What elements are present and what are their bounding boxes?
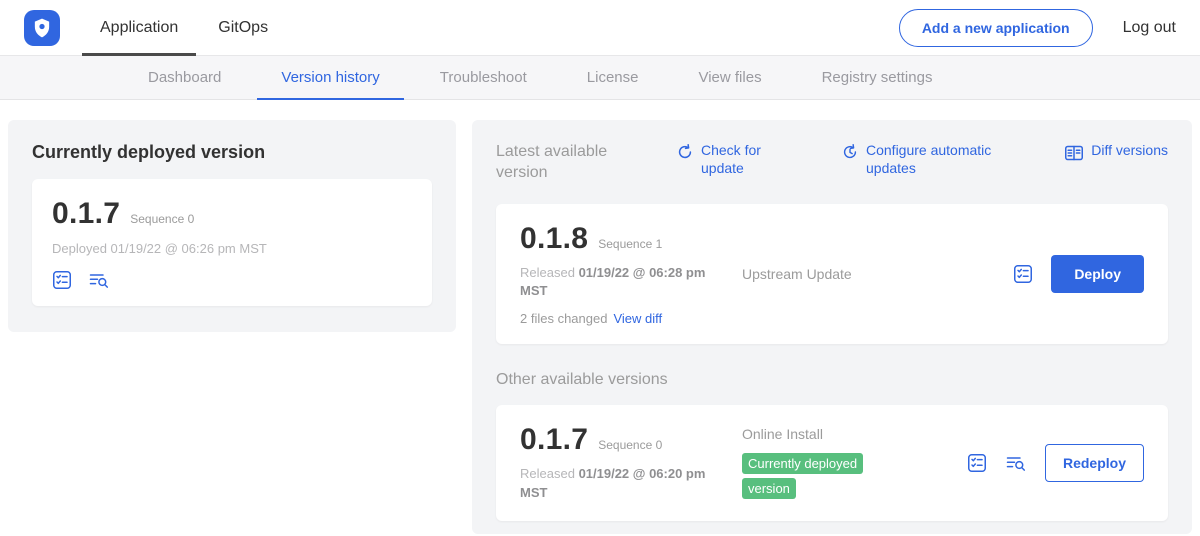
tab-gitops[interactable]: GitOps [200,0,286,55]
top-tabs: Application GitOps [82,0,286,55]
preflight-checklist-icon[interactable] [52,270,72,290]
other-version-number: 0.1.7 [520,423,588,457]
diff-versions-label: Diff versions [1091,142,1168,160]
tab-application[interactable]: Application [82,0,196,55]
currently-deployed-panel: Currently deployed version 0.1.7 Sequenc… [8,120,456,332]
check-for-update-label: Check for update [701,142,777,177]
latest-released-timestamp: Released 01/19/22 @ 06:28 pm MST [520,264,712,302]
latest-available-title: Latest available version [496,142,648,184]
redeploy-button[interactable]: Redeploy [1045,444,1144,482]
deployed-card-actions [52,270,412,290]
latest-version-card: 0.1.8 Sequence 1 Released 01/19/22 @ 06:… [496,204,1168,345]
deployed-sequence-label: Sequence 0 [130,212,194,226]
top-navbar: Application GitOps Add a new application… [0,0,1200,56]
currently-deployed-badge: Currently deployed version [742,453,863,499]
configure-automatic-updates-label: Configure automatic updates [866,142,1004,177]
deploy-button[interactable]: Deploy [1051,255,1144,293]
subnav-item-registry-settings[interactable]: Registry settings [792,56,963,99]
other-version-card: 0.1.7 Sequence 0 Released 01/19/22 @ 06:… [496,405,1168,521]
subnav: Dashboard Version history Troubleshoot L… [0,56,1200,100]
currently-deployed-title: Currently deployed version [32,142,432,163]
refresh-icon [676,143,694,161]
subnav-item-dashboard[interactable]: Dashboard [118,56,251,99]
clock-refresh-icon [841,143,859,161]
subnav-item-license[interactable]: License [557,56,669,99]
latest-version-number: 0.1.8 [520,222,588,256]
other-available-versions-title: Other available versions [496,371,1168,389]
latest-version-info: 0.1.8 Sequence 1 Released 01/19/22 @ 06:… [520,222,734,327]
other-sequence-label: Sequence 0 [598,438,662,452]
other-version-source: Online Install Currently deployed versio… [734,426,967,501]
files-changed-row: 2 files changed View diff [520,311,734,326]
check-for-update-link[interactable]: Check for update [676,142,777,177]
main-content: Currently deployed version 0.1.7 Sequenc… [0,100,1200,534]
version-row: 0.1.7 Sequence 0 [52,197,412,231]
deployed-timestamp: Deployed 01/19/22 @ 06:26 pm MST [52,241,412,256]
other-released-timestamp: Released 01/19/22 @ 06:20 pm MST [520,465,712,503]
subnav-item-view-files[interactable]: View files [668,56,791,99]
files-changed-label: 2 files changed [520,311,607,326]
released-label: Released [520,466,575,481]
diff-versions-link[interactable]: Diff versions [1064,142,1168,163]
latest-version-actions: Deploy [1013,255,1144,293]
available-versions-header: Latest available version Check for updat… [496,142,1168,184]
badge-wrap: Currently deployed version [742,451,900,501]
logout-link[interactable]: Log out [1123,19,1176,37]
other-version-info: 0.1.7 Sequence 0 Released 01/19/22 @ 06:… [520,423,734,503]
version-row: 0.1.7 Sequence 0 [520,423,734,457]
configure-automatic-updates-link[interactable]: Configure automatic updates [841,142,1004,177]
add-new-application-button[interactable]: Add a new application [899,9,1093,47]
deployed-version-card: 0.1.7 Sequence 0 Deployed 01/19/22 @ 06:… [32,179,432,306]
preflight-checklist-icon[interactable] [967,453,987,473]
available-versions-panel: Latest available version Check for updat… [472,120,1192,534]
other-version-actions: Redeploy [967,444,1144,482]
preflight-checklist-icon[interactable] [1013,264,1033,284]
install-type-label: Online Install [742,426,967,442]
view-diff-icon[interactable] [1005,453,1027,473]
app-logo-icon [24,10,60,46]
deployed-version-number: 0.1.7 [52,197,120,231]
view-diff-link[interactable]: View diff [613,311,662,326]
subnav-item-version-history[interactable]: Version history [251,56,409,99]
subnav-item-troubleshoot[interactable]: Troubleshoot [410,56,557,99]
latest-version-source: Upstream Update [734,266,1013,282]
view-diff-icon[interactable] [88,270,110,290]
diff-table-icon [1064,143,1084,163]
topnav-right: Add a new application Log out [899,9,1176,47]
version-row: 0.1.8 Sequence 1 [520,222,734,256]
released-label: Released [520,265,575,280]
latest-sequence-label: Sequence 1 [598,237,662,251]
